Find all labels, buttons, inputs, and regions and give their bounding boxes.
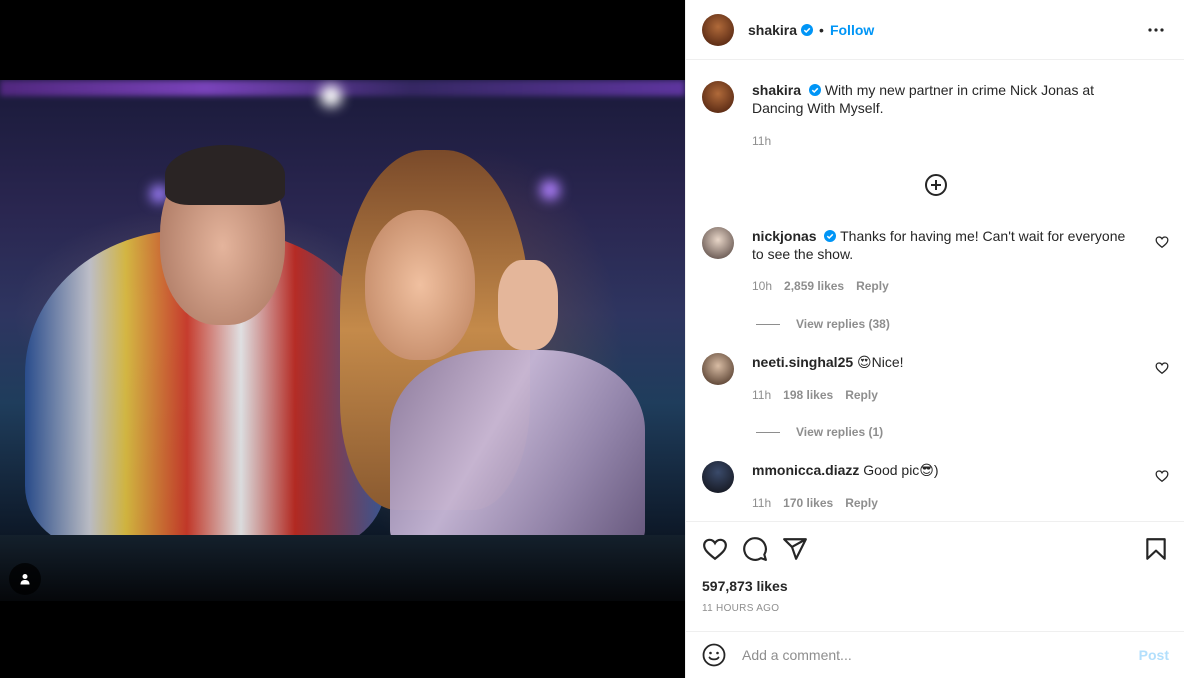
view-replies-label: View replies (38) (796, 317, 890, 331)
tagged-users-button[interactable] (9, 563, 41, 595)
comment-input[interactable] (742, 647, 1139, 663)
verified-badge-icon (824, 230, 837, 242)
stage-light (320, 85, 342, 107)
separator: • (819, 21, 824, 38)
post-modal: shakira • Follow shakira With my new par… (0, 0, 1184, 678)
comment-username[interactable]: nickjonas (752, 228, 817, 244)
verified-badge-icon (808, 84, 821, 96)
comment-composer: Post (686, 631, 1184, 678)
view-replies-button[interactable]: View replies (1) (756, 425, 883, 439)
comment-likes[interactable]: 198 likes (783, 386, 833, 404)
user-icon (20, 574, 30, 585)
comment-text: Good pic😎) (863, 462, 939, 478)
caption-body: shakira With my new partner in crime Nic… (752, 81, 1137, 150)
post-header: shakira • Follow (686, 0, 1184, 60)
stage-light (540, 180, 560, 200)
post-actions: 597,873 likes 11 HOURS AGO (686, 521, 1184, 631)
avatar[interactable] (702, 13, 734, 46)
verified-badge-icon (801, 23, 814, 36)
comment-likes[interactable]: 170 likes (783, 494, 833, 512)
view-replies-label: View replies (1) (796, 425, 884, 439)
share-icon[interactable] (782, 536, 808, 562)
table-surface (0, 535, 685, 601)
comment-body: nickjonas Thanks for having me! Can't wa… (752, 227, 1137, 295)
peace-sign-hand (498, 260, 558, 350)
comment-time[interactable]: 11h (752, 386, 771, 404)
caption-meta: 11h (752, 132, 1137, 150)
woman-dress (390, 350, 645, 550)
comment-item: neeti.singhal25 😍Nice! 11h 198 likes Rep… (702, 353, 1169, 404)
comment-meta: 11h 198 likes Reply (752, 386, 1137, 404)
more-horizontal-icon (1148, 27, 1164, 32)
comments-list: shakira With my new partner in crime Nic… (686, 61, 1184, 521)
woman-face (365, 210, 475, 360)
more-options-button[interactable] (1144, 18, 1168, 42)
replies-divider (756, 323, 780, 325)
media-pane (0, 0, 685, 678)
post-side-panel: shakira • Follow shakira With my new par… (685, 0, 1184, 678)
view-replies-button[interactable]: View replies (38) (756, 317, 890, 331)
reply-button[interactable]: Reply (845, 386, 878, 404)
caption-time[interactable]: 11h (752, 132, 771, 150)
bookmark-icon[interactable] (1143, 536, 1169, 562)
caption-row: shakira With my new partner in crime Nic… (702, 81, 1169, 150)
man-hair (165, 145, 285, 205)
like-comment-heart-icon[interactable] (1155, 361, 1169, 375)
comment-body: mmonicca.diazz Good pic😎) 11h 170 likes … (752, 461, 1137, 512)
likes-count[interactable]: 597,873 likes (702, 578, 788, 594)
comment-item: mmonicca.diazz Good pic😎) 11h 170 likes … (702, 461, 1169, 512)
comment-likes[interactable]: 2,859 likes (784, 277, 844, 295)
comment-time[interactable]: 11h (752, 494, 771, 512)
like-comment-heart-icon[interactable] (1155, 469, 1169, 483)
author-username[interactable]: shakira (748, 22, 797, 38)
comment-username[interactable]: mmonicca.diazz (752, 462, 859, 478)
caption-text: With my new partner in crime Nick Jonas … (752, 82, 1095, 116)
avatar[interactable] (702, 81, 734, 113)
post-timestamp[interactable]: 11 HOURS AGO (702, 603, 779, 614)
avatar[interactable] (702, 227, 734, 259)
avatar[interactable] (702, 353, 734, 385)
avatar[interactable] (702, 461, 734, 493)
comment-username[interactable]: neeti.singhal25 (752, 354, 853, 370)
comment-body: neeti.singhal25 😍Nice! 11h 198 likes Rep… (752, 353, 1137, 404)
comment-item: nickjonas Thanks for having me! Can't wa… (702, 227, 1169, 295)
comment-time[interactable]: 10h (752, 277, 772, 295)
post-comment-button[interactable]: Post (1139, 647, 1169, 663)
comment-text: 😍Nice! (857, 354, 904, 370)
heart-icon[interactable] (702, 536, 728, 562)
load-more-comments-icon[interactable] (924, 173, 948, 197)
comment-icon[interactable] (742, 536, 768, 562)
action-bar (702, 536, 1169, 564)
comment-meta: 11h 170 likes Reply (752, 494, 1137, 512)
emoji-icon[interactable] (702, 643, 726, 667)
reply-button[interactable]: Reply (845, 494, 878, 512)
stage-lights (0, 80, 685, 96)
replies-divider (756, 431, 780, 433)
follow-button[interactable]: Follow (830, 22, 874, 38)
reply-button[interactable]: Reply (856, 277, 889, 295)
comment-meta: 10h 2,859 likes Reply (752, 277, 1137, 295)
post-photo[interactable] (0, 80, 685, 601)
caption-username[interactable]: shakira (752, 82, 801, 98)
like-comment-heart-icon[interactable] (1155, 235, 1169, 249)
